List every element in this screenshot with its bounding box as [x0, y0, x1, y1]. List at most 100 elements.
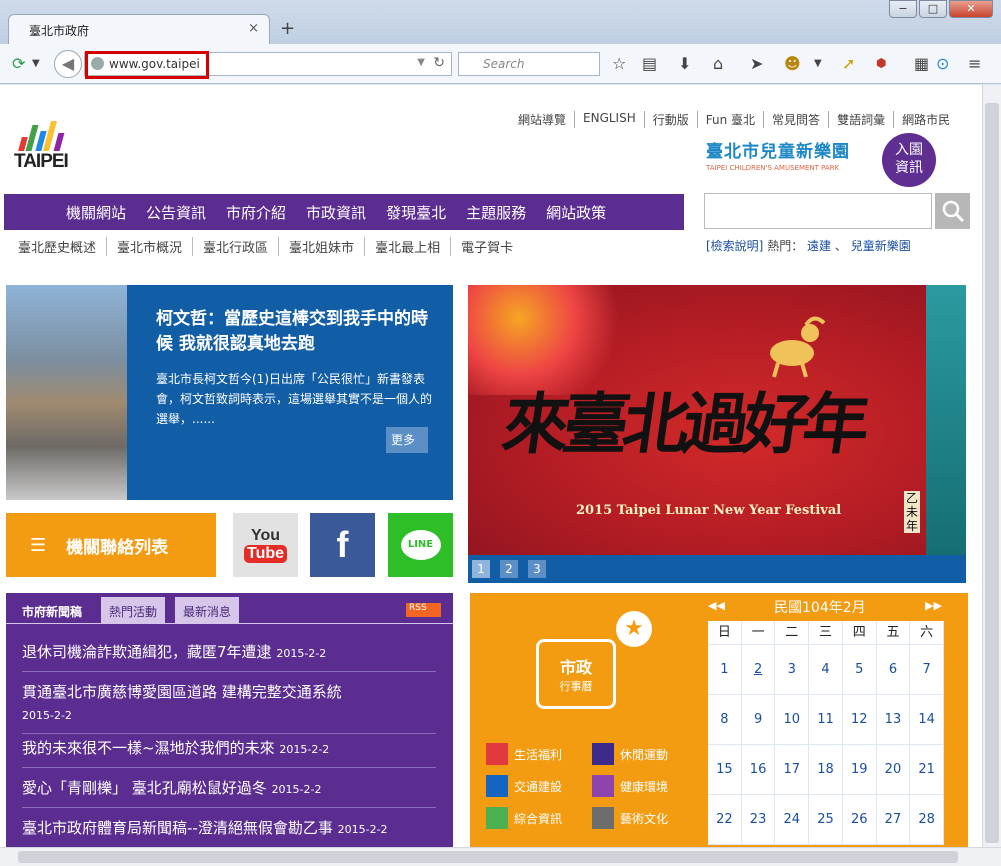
prev-month-button[interactable]: ◀◀ [708, 599, 725, 612]
url-dropdown-icon[interactable]: ▼ [417, 57, 425, 68]
tab-press-releases[interactable]: 市府新聞稿 [14, 597, 90, 623]
next-month-button[interactable]: ▶▶ [925, 599, 942, 612]
calendar-addon-icon[interactable]: ▦ [914, 54, 929, 73]
legend-item[interactable]: 藝術文化 [592, 807, 668, 829]
adblock-icon[interactable]: ⬢ [876, 56, 886, 70]
skype-icon[interactable]: ⊙ [936, 54, 949, 73]
site-search-button[interactable] [935, 193, 970, 229]
vertical-scroll-thumb[interactable] [985, 103, 999, 843]
agency-contacts-button[interactable]: ☰ 機關聯絡列表 [6, 513, 216, 577]
day-cell[interactable]: 3 [775, 645, 810, 695]
close-window-button[interactable]: ✕ [949, 0, 993, 18]
day-cell[interactable]: 24 [775, 795, 810, 845]
day-cell[interactable]: 8 [708, 695, 742, 745]
top-link-faq[interactable]: 常見問答 [763, 111, 828, 128]
new-year-banner[interactable]: 來臺北過好年 2015 Taipei Lunar New Year Festiv… [468, 285, 966, 555]
sync-icon[interactable]: ⟳ [12, 54, 25, 73]
hot-keyword-2[interactable]: 兒童新樂園 [851, 239, 911, 253]
bookmark-star-icon[interactable]: ☆ [612, 54, 626, 73]
reload-icon[interactable]: ↻ [433, 55, 445, 71]
hot-keyword-1[interactable]: 遠建 [807, 239, 831, 253]
menu-icon[interactable]: ≡ [968, 54, 981, 73]
legend-item[interactable]: 交通建設 [486, 775, 562, 797]
day-cell[interactable]: 6 [876, 645, 911, 695]
day-cell[interactable]: 22 [708, 795, 742, 845]
tab-latest[interactable]: 最新消息 [175, 597, 240, 623]
day-cell[interactable]: 1 [708, 645, 742, 695]
top-link-sitemap[interactable]: 網站導覽 [510, 111, 574, 128]
city-hall-photo[interactable] [6, 285, 127, 500]
day-cell[interactable]: 28 [910, 795, 945, 845]
back-button[interactable]: ◀ [54, 50, 82, 78]
news-item[interactable]: 臺北市政府體育局新聞稿--澄清絕無假會勘乙事 2015-2-2 [22, 817, 436, 847]
day-cell[interactable]: 19 [842, 745, 877, 795]
legend-item[interactable]: 生活福利 [486, 743, 562, 765]
day-cell[interactable]: 20 [876, 745, 911, 795]
search-box[interactable]: Search [458, 52, 600, 76]
day-cell[interactable]: 4 [809, 645, 843, 695]
top-link-glossary[interactable]: 雙語詞彙 [828, 111, 893, 128]
horizontal-scroll-thumb[interactable] [18, 851, 958, 863]
day-cell[interactable]: 5 [842, 645, 877, 695]
day-cell[interactable]: 26 [842, 795, 877, 845]
day-cell[interactable]: 11 [809, 695, 843, 745]
day-cell[interactable]: 14 [910, 695, 945, 745]
day-cell[interactable]: 12 [842, 695, 877, 745]
top-link-fun-taipei[interactable]: Fun 臺北 [696, 111, 763, 128]
calendar-icon[interactable]: 市政 行事曆 [536, 639, 616, 709]
slide-dot-2[interactable]: 2 [500, 560, 518, 578]
legend-item[interactable]: 健康環境 [592, 775, 668, 797]
nav-services[interactable]: 主題服務 [466, 202, 526, 223]
reading-list-icon[interactable]: ▤ [642, 54, 657, 73]
day-cell[interactable]: 2 [741, 645, 776, 695]
day-cell[interactable]: 27 [876, 795, 911, 845]
headline-title[interactable]: 柯文哲：當歷史這棒交到我手中的時候 我就很認真地去跑 [156, 307, 441, 357]
search-help-link[interactable]: [檢索說明] [706, 239, 763, 253]
maximize-button[interactable]: □ [919, 0, 947, 18]
nav-agencies[interactable]: 機關網站 [66, 202, 126, 223]
day-cell[interactable]: 21 [910, 745, 945, 795]
day-cell[interactable]: 23 [741, 795, 776, 845]
subnav-photogenic[interactable]: 臺北最上相 [364, 237, 450, 256]
download-icon[interactable]: ⬇ [678, 54, 691, 73]
day-cell[interactable]: 16 [741, 745, 776, 795]
news-item[interactable]: 愛心「青剛櫟」 臺北孔廟松鼠好過冬 2015-2-2 [22, 777, 436, 808]
subnav-history[interactable]: 臺北歷史概述 [8, 237, 106, 256]
top-link-mobile[interactable]: 行動版 [643, 111, 697, 128]
day-cell[interactable]: 7 [910, 645, 945, 695]
site-search-input[interactable] [704, 193, 932, 229]
home-icon[interactable]: ⌂ [713, 54, 723, 73]
nav-discover[interactable]: 發現臺北 [386, 202, 446, 223]
nav-policy[interactable]: 網站政策 [546, 202, 606, 223]
subnav-ecards[interactable]: 電子賀卡 [450, 237, 523, 256]
kids-park-banner[interactable]: 臺北市兒童新樂園 TAIPEI CHILDREN'S AMUSEMENT PAR… [706, 133, 936, 187]
browser-tab[interactable]: 臺北市政府 × [8, 14, 270, 44]
top-link-english[interactable]: ENGLISH [574, 111, 644, 128]
monkey-icon[interactable]: ☻ [784, 54, 801, 73]
slide-dot-1[interactable]: 1 [472, 560, 490, 578]
nav-announcements[interactable]: 公告資訊 [146, 202, 206, 223]
day-cell[interactable]: 9 [741, 695, 776, 745]
rss-icon[interactable]: RSS [406, 603, 441, 617]
tab-close-icon[interactable]: × [248, 21, 259, 36]
day-cell[interactable]: 18 [809, 745, 843, 795]
address-bar[interactable]: www.gov.taipei ▼ ↻ [84, 51, 452, 79]
day-cell[interactable]: 17 [775, 745, 810, 795]
horizontal-scrollbar[interactable] [0, 847, 1001, 866]
new-tab-button[interactable]: + [280, 18, 295, 39]
day-cell[interactable]: 25 [809, 795, 843, 845]
youtube-button[interactable]: You Tube [233, 513, 298, 577]
vertical-scrollbar[interactable] [982, 85, 1001, 847]
cursor-icon[interactable]: ➚ [842, 54, 855, 73]
subnav-overview[interactable]: 臺北市概況 [106, 237, 192, 256]
line-button[interactable]: LINE [388, 513, 453, 577]
day-cell[interactable]: 15 [708, 745, 742, 795]
news-item[interactable]: 我的未來很不一樣~濕地於我們的未來 2015-2-2 [22, 737, 436, 768]
sync-dropdown-icon[interactable]: ▼ [32, 58, 40, 69]
legend-item[interactable]: 綜合資訊 [486, 807, 562, 829]
news-item[interactable]: 貫通臺北市廣慈博愛園區道路 建構完整交通系統 2015-2-2 [22, 681, 436, 734]
day-cell[interactable]: 10 [775, 695, 810, 745]
top-link-citizens[interactable]: 網路市民 [893, 111, 958, 128]
news-item[interactable]: 退休司機淪詐欺通緝犯，藏匿7年遭逮 2015-2-2 [22, 641, 436, 672]
kids-park-badge[interactable]: 入園 資訊 [882, 133, 936, 187]
